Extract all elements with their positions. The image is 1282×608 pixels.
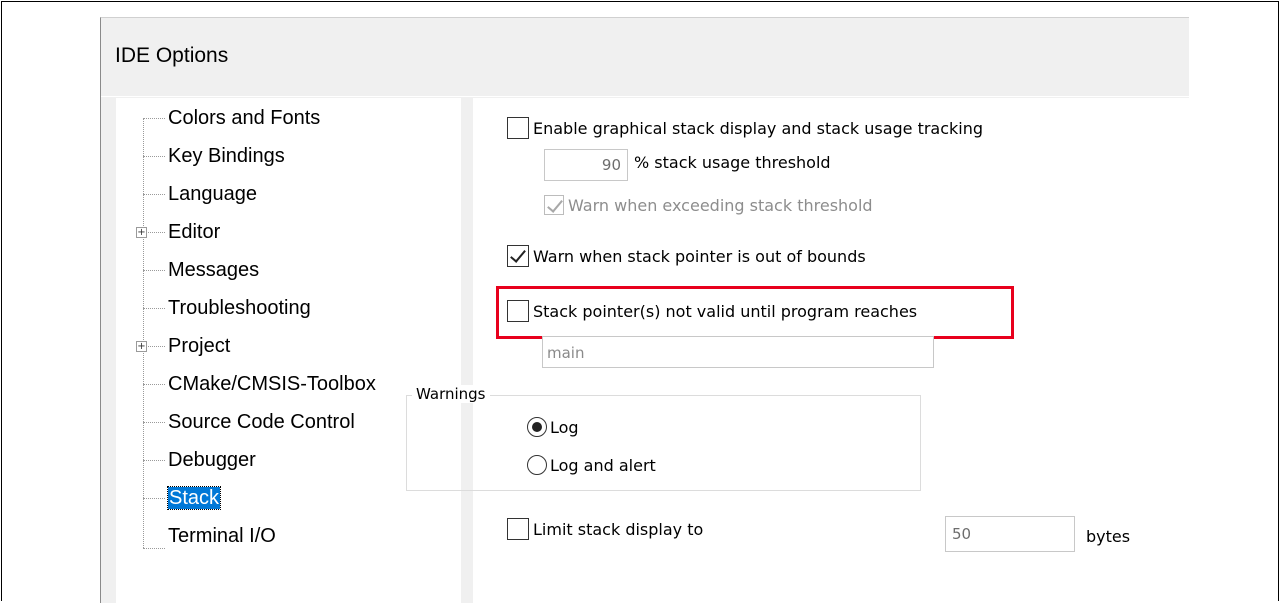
- tree-connector-line: [143, 118, 144, 548]
- tree-item-label: Source Code Control: [168, 411, 355, 433]
- function-name-input[interactable]: main: [542, 336, 934, 368]
- warning-option-log[interactable]: Log: [527, 417, 579, 437]
- enable-graphical-stack-label: Enable graphical stack display and stack…: [533, 118, 984, 138]
- tree-item-label: Stack: [166, 486, 222, 510]
- log-and-alert-radio[interactable]: [527, 455, 547, 475]
- warn-out-of-bounds-option[interactable]: Warn when stack pointer is out of bounds: [507, 245, 866, 267]
- limit-stack-display-label: Limit stack display to: [533, 519, 704, 539]
- log-radio[interactable]: [527, 417, 547, 437]
- tree-branch-line: [143, 384, 165, 385]
- tree-item-label: Editor: [168, 221, 221, 243]
- title-separator: [101, 96, 1189, 97]
- bytes-unit-label: bytes: [1086, 527, 1131, 546]
- tree-item-debugger[interactable]: Debugger: [168, 445, 256, 475]
- expand-editor-icon[interactable]: +: [136, 227, 147, 238]
- tree-item-editor[interactable]: Editor: [168, 217, 220, 247]
- tree-branch-line: [143, 156, 165, 157]
- tree-branch-line: [143, 422, 165, 423]
- highlight-box: [496, 286, 1014, 339]
- tree-item-label: Troubleshooting: [168, 297, 311, 319]
- tree-branch-line: [143, 460, 165, 461]
- tree-item-label: CMake/CMSIS-Toolbox: [168, 373, 376, 395]
- warn-out-of-bounds-label: Warn when stack pointer is out of bounds: [533, 246, 866, 266]
- tree-branch-line: [143, 548, 165, 549]
- tree-branch-line: [143, 118, 165, 119]
- warn-out-of-bounds-checkbox[interactable]: [507, 245, 529, 267]
- warn-exceeding-checkbox[interactable]: [544, 195, 564, 215]
- limit-stack-display-input[interactable]: 50: [945, 516, 1075, 552]
- warn-exceeding-option[interactable]: Warn when exceeding stack threshold: [544, 195, 873, 215]
- tree-item-label: Project: [168, 335, 231, 357]
- tree-item-troubleshooting[interactable]: Troubleshooting: [168, 293, 311, 323]
- limit-stack-display-checkbox[interactable]: [507, 518, 529, 540]
- log-label: Log: [550, 417, 579, 437]
- tree-branch-line: [143, 498, 165, 499]
- options-category-tree[interactable]: Colors and Fonts Key Bindings Language +…: [116, 98, 461, 608]
- tree-item-terminal-io[interactable]: Terminal I/O: [168, 521, 276, 551]
- stack-threshold-input[interactable]: 90: [544, 149, 628, 181]
- tree-item-stack[interactable]: Stack: [166, 483, 222, 513]
- tree-item-source-code-control[interactable]: Source Code Control: [168, 407, 355, 437]
- enable-graphical-stack-option[interactable]: Enable graphical stack display and stack…: [507, 117, 983, 139]
- log-and-alert-label: Log and alert: [550, 455, 656, 475]
- tree-branch-line: [143, 194, 165, 195]
- tree-item-cmake-cmsis-toolbox[interactable]: CMake/CMSIS-Toolbox: [168, 369, 376, 399]
- tree-item-label: Key Bindings: [168, 145, 285, 167]
- warning-option-log-and-alert[interactable]: Log and alert: [527, 455, 656, 475]
- warnings-group: [406, 395, 921, 491]
- tree-item-label: Messages: [168, 259, 260, 281]
- tree-item-key-bindings[interactable]: Key Bindings: [168, 141, 285, 171]
- tree-item-project[interactable]: Project: [168, 331, 230, 361]
- expand-project-icon[interactable]: +: [136, 341, 147, 352]
- tree-branch-line: [143, 308, 165, 309]
- dialog-title: IDE Options: [115, 44, 229, 67]
- tree-item-label: Terminal I/O: [168, 525, 276, 547]
- tree-item-colors-and-fonts[interactable]: Colors and Fonts: [168, 103, 320, 133]
- threshold-label: % stack usage threshold: [634, 153, 831, 172]
- tree-item-label: Language: [168, 183, 257, 205]
- tree-branch-line: [143, 270, 165, 271]
- enable-graphical-stack-checkbox[interactable]: [507, 117, 529, 139]
- limit-stack-display-option[interactable]: Limit stack display to: [507, 518, 703, 540]
- tree-item-messages[interactable]: Messages: [168, 255, 259, 285]
- warn-exceeding-label: Warn when exceeding stack threshold: [568, 195, 873, 215]
- tree-item-label: Colors and Fonts: [168, 107, 321, 129]
- tree-item-language[interactable]: Language: [168, 179, 257, 209]
- warnings-group-label: Warnings: [412, 385, 490, 403]
- tree-item-label: Debugger: [168, 449, 256, 471]
